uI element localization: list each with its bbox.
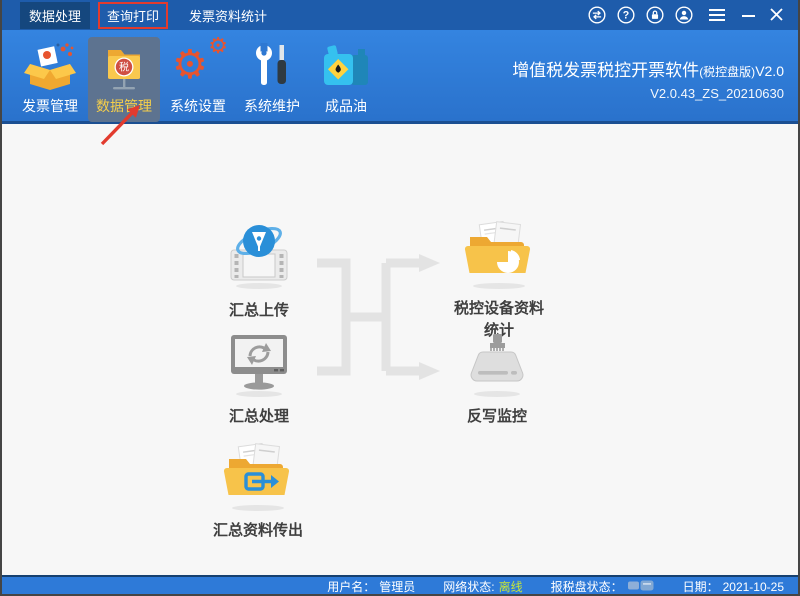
annotation-arrow — [100, 105, 140, 146]
writeback-monitor-icon — [470, 334, 524, 397]
refined-oil-icon — [320, 41, 372, 93]
gear-icon: ⚙ — [208, 34, 228, 59]
tax-device-statistics-icon — [464, 220, 531, 289]
tab-system-settings[interactable]: ⚙ ⚙ 系统设置 — [162, 36, 234, 122]
tab-label: 系统设置 — [170, 98, 226, 114]
date-value: 2021-10-25 — [722, 579, 784, 594]
summary-export-icon — [223, 442, 290, 511]
module-label: 汇总上传 — [228, 302, 289, 319]
module-label: 汇总资料传出 — [212, 522, 303, 539]
tab-label: 系统维护 — [244, 98, 300, 114]
app-window: 数据处理 查询打印 发票资料统计 ? 发票管理 税 数据管理 ⚙ ⚙ 系统设置 … — [0, 0, 800, 596]
hamburger-menu-icon[interactable] — [708, 8, 726, 22]
username-label: 用户名： — [327, 580, 376, 594]
help-icon[interactable]: ? — [617, 6, 635, 24]
status-username: 用户名： 管理员 — [327, 578, 416, 594]
menu-item-query-print[interactable]: 查询打印 — [98, 1, 169, 29]
status-network: 网络状态: 离线 — [443, 578, 523, 594]
status-bar: 用户名： 管理员 网络状态: 离线 报税盘状态： 日期： 2021-10-25 — [2, 575, 798, 595]
menu-bar: 数据处理 查询打印 发票资料统计 ? — [2, 0, 798, 30]
tab-label: 成品油 — [325, 98, 367, 114]
lock-icon[interactable] — [646, 6, 664, 24]
network-value: 离线 — [498, 580, 523, 594]
module-label: 反写监控 — [466, 408, 527, 425]
window-controls: ? — [588, 6, 798, 24]
summary-processing-icon — [231, 335, 287, 397]
app-title-edition: (税控盘版) — [699, 65, 756, 79]
date-label: 日期： — [682, 580, 719, 594]
summary-upload-icon — [230, 225, 288, 289]
invoice-management-icon — [23, 41, 77, 93]
help-glyph: ? — [623, 10, 629, 22]
system-maintenance-icon — [248, 41, 296, 93]
close-icon[interactable] — [769, 8, 784, 22]
taxdisk-label: 报税盘状态： — [550, 580, 623, 594]
tax-glyph: 税 — [119, 61, 129, 74]
module-tax-device-statistics[interactable]: 税控设备资料 统计 — [432, 220, 566, 342]
taxdisk-device-icon — [627, 579, 655, 595]
system-settings-icon: ⚙ ⚙ — [170, 36, 228, 93]
data-management-icon: 税 — [99, 41, 149, 93]
module-summary-export[interactable]: 汇总资料传出 — [186, 442, 330, 542]
menu-item-invoice-statistics[interactable]: 发票资料统计 — [180, 2, 276, 29]
tab-system-maintenance[interactable]: 系统维护 — [236, 37, 308, 122]
tab-label: 发票管理 — [22, 98, 78, 114]
status-taxdisk: 报税盘状态： — [550, 578, 655, 595]
app-title: 增值税发票税控开票软件(税控盘版)V2.0 V2.0.43_ZS_2021063… — [512, 56, 784, 101]
minimize-icon[interactable] — [741, 8, 756, 22]
module-writeback-monitor[interactable]: 反写监控 — [439, 332, 555, 428]
flow-arrows — [317, 254, 440, 380]
tab-refined-oil[interactable]: 成品油 — [310, 37, 382, 122]
module-label-line1: 税控设备资料 — [453, 300, 544, 317]
gear-icon: ⚙ — [172, 42, 208, 88]
app-title-main: 增值税发票税控开票软件 — [512, 61, 700, 80]
app-version-line: V2.0.43_ZS_20210630 — [650, 86, 784, 101]
module-label: 汇总处理 — [228, 408, 289, 425]
status-date: 日期： 2021-10-25 — [683, 578, 784, 595]
tab-invoice-management[interactable]: 发票管理 — [14, 37, 86, 122]
app-title-version: V2.0 — [755, 63, 784, 79]
user-icon[interactable] — [675, 6, 693, 24]
module-summary-processing[interactable]: 汇总处理 — [201, 330, 317, 428]
transfer-icon[interactable] — [588, 6, 606, 24]
username-value: 管理员 — [379, 580, 416, 594]
main-content: 汇总上传 税控设备资料 统计 汇总处理 反写监控 汇总资料传出 — [2, 124, 798, 575]
module-summary-upload[interactable]: 汇总上传 — [201, 216, 317, 322]
network-label: 网络状态: — [443, 580, 495, 594]
menu-item-data-processing[interactable]: 数据处理 — [20, 1, 91, 29]
